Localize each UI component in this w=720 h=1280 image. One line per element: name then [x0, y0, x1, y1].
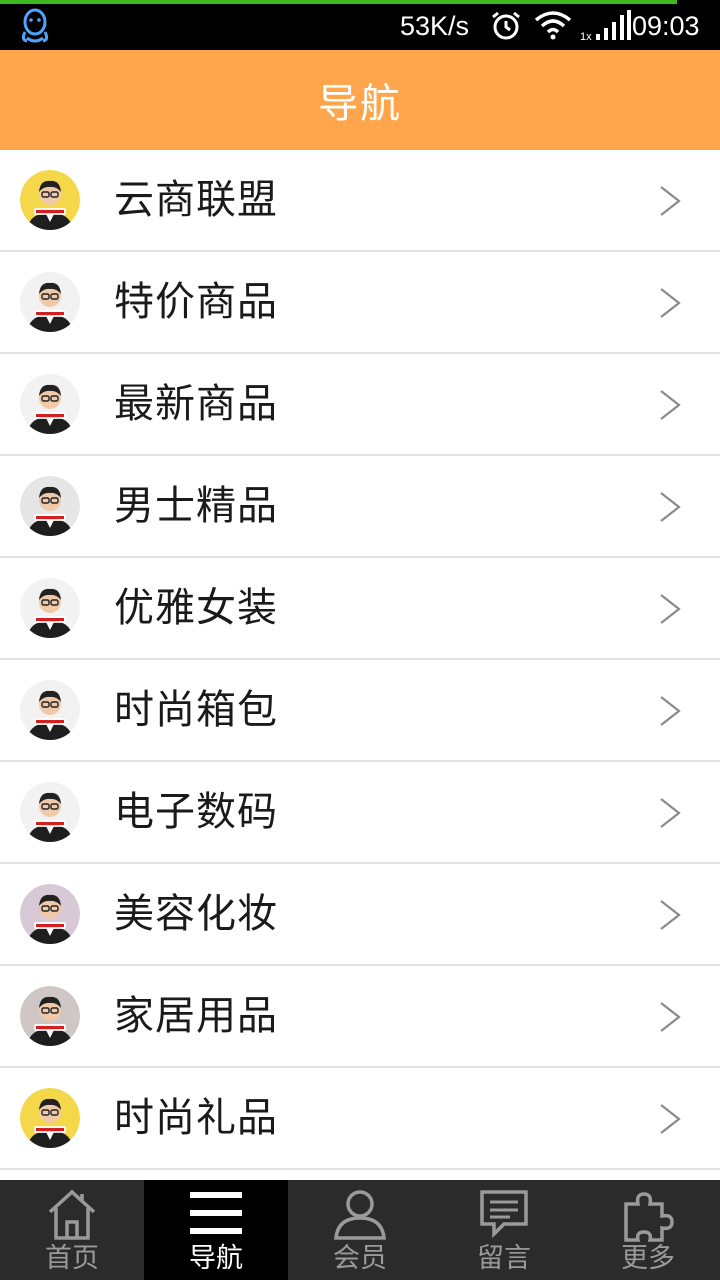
nav-list-item[interactable]: 男士精品	[0, 456, 720, 558]
avatar	[20, 272, 80, 332]
message-icon	[480, 1190, 528, 1239]
chevron-right-icon	[660, 186, 681, 216]
nav-list-label: 时尚箱包	[114, 687, 278, 733]
bottom-nav: 首页 导航 会员 留言 更多	[0, 1180, 720, 1280]
nav-list-label: 男士精品	[114, 483, 278, 529]
tab-label: 更多	[621, 1243, 675, 1274]
avatar	[20, 1088, 80, 1148]
chevron-right-icon	[660, 288, 681, 318]
alarm-icon	[492, 11, 520, 40]
nav-list-item[interactable]: 美容化妆	[0, 864, 720, 966]
nav-list: 云商联盟特价商品最新商品男士精品优雅女装时尚箱包电子数码美容化妆家居用品时尚礼品	[0, 150, 720, 1180]
avatar	[20, 170, 80, 230]
nav-list-item[interactable]: 时尚礼品	[0, 1068, 720, 1170]
avatar	[20, 374, 80, 434]
tab-message[interactable]: 留言	[432, 1180, 576, 1280]
avatar	[20, 884, 80, 944]
nav-list-label: 最新商品	[114, 381, 278, 427]
nav-list-item[interactable]: 特价商品	[0, 252, 720, 354]
tab-home[interactable]: 首页	[0, 1180, 144, 1280]
nav-list-label: 美容化妆	[114, 891, 278, 937]
tab-menu[interactable]: 导航	[144, 1180, 288, 1280]
tab-user[interactable]: 会员	[288, 1180, 432, 1280]
chevron-right-icon	[660, 1104, 681, 1134]
tab-label: 留言	[477, 1243, 531, 1274]
tab-label: 会员	[333, 1243, 387, 1274]
avatar	[20, 476, 80, 536]
nav-list-item[interactable]: 最新商品	[0, 354, 720, 456]
chevron-right-icon	[660, 594, 681, 624]
title-bar: 导航	[0, 50, 720, 150]
avatar	[20, 578, 80, 638]
clock: 09:03	[632, 11, 700, 41]
user-icon	[334, 1190, 386, 1240]
avatar	[20, 680, 80, 740]
download-progress-bar	[0, 0, 677, 4]
chevron-right-icon	[660, 390, 681, 420]
menu-icon	[190, 1192, 242, 1234]
nav-list-label: 时尚礼品	[114, 1095, 278, 1141]
chevron-right-icon	[660, 696, 681, 726]
tab-label: 首页	[45, 1243, 99, 1274]
chevron-right-icon	[660, 1002, 681, 1032]
puzzle-icon	[624, 1192, 674, 1242]
signal-icon: 1x	[580, 10, 631, 42]
wifi-icon	[534, 11, 572, 40]
network-speed: 53K/s	[400, 11, 470, 41]
nav-list-item[interactable]: 时尚箱包	[0, 660, 720, 762]
qq-icon	[21, 8, 49, 43]
nav-list-item[interactable]: 优雅女装	[0, 558, 720, 660]
status-bar: 53K/s 1x 09:03	[0, 0, 720, 50]
home-icon	[48, 1189, 96, 1240]
nav-list-label: 家居用品	[114, 993, 278, 1039]
nav-list-label: 优雅女装	[114, 585, 278, 631]
nav-list-item[interactable]: 家居用品	[0, 966, 720, 1068]
signal-note: 1x	[580, 31, 592, 42]
tab-puzzle[interactable]: 更多	[576, 1180, 720, 1280]
avatar	[20, 986, 80, 1046]
chevron-right-icon	[660, 900, 681, 930]
tab-label: 导航	[189, 1243, 243, 1274]
nav-list-item[interactable]: 云商联盟	[0, 150, 720, 252]
nav-list-item[interactable]: 电子数码	[0, 762, 720, 864]
nav-list-label: 电子数码	[114, 789, 278, 835]
nav-list-label: 特价商品	[114, 279, 278, 325]
nav-list-label: 云商联盟	[114, 177, 278, 223]
chevron-right-icon	[660, 798, 681, 828]
chevron-right-icon	[660, 492, 681, 522]
page-title: 导航	[318, 81, 402, 127]
avatar	[20, 782, 80, 842]
